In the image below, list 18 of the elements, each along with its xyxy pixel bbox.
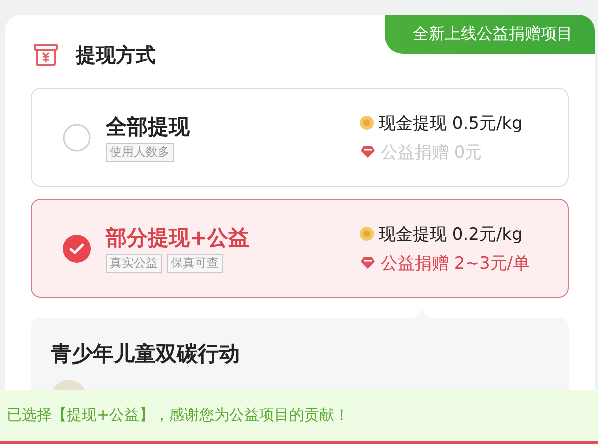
checked-radio-icon[interactable] — [63, 234, 91, 262]
option-title: 全部提现 — [106, 114, 191, 141]
promo-banner: 全新上线公益捐赠项目 — [385, 15, 595, 54]
coin-icon — [360, 227, 374, 241]
cash-rate: 现金提现 0.5元/kg — [379, 112, 523, 134]
section-title: 提现方式 — [76, 42, 156, 68]
option-card[interactable]: 部分提现+公益 真实公益 保真可查 现金提现 0.2元/kg 公益捐赠 2~3元/单 — [31, 199, 569, 298]
project-title: 青少年儿童双碳行动 — [51, 342, 240, 366]
donation-rate: 公益捐赠 2~3元/单 — [381, 252, 530, 274]
option-title: 部分提现+公益 — [106, 225, 251, 252]
coin-icon — [360, 116, 374, 130]
toast-message: 已选择【提现+公益】，感谢您为公益项目的贡献！ — [0, 390, 598, 444]
cash-rate: 现金提现 0.2元/kg — [379, 224, 523, 246]
cash-register-icon — [34, 43, 58, 67]
radio-icon[interactable] — [63, 124, 91, 152]
tag: 真实公益 — [106, 254, 162, 273]
tag: 使用人数多 — [106, 143, 174, 162]
tag: 保真可查 — [167, 254, 223, 273]
